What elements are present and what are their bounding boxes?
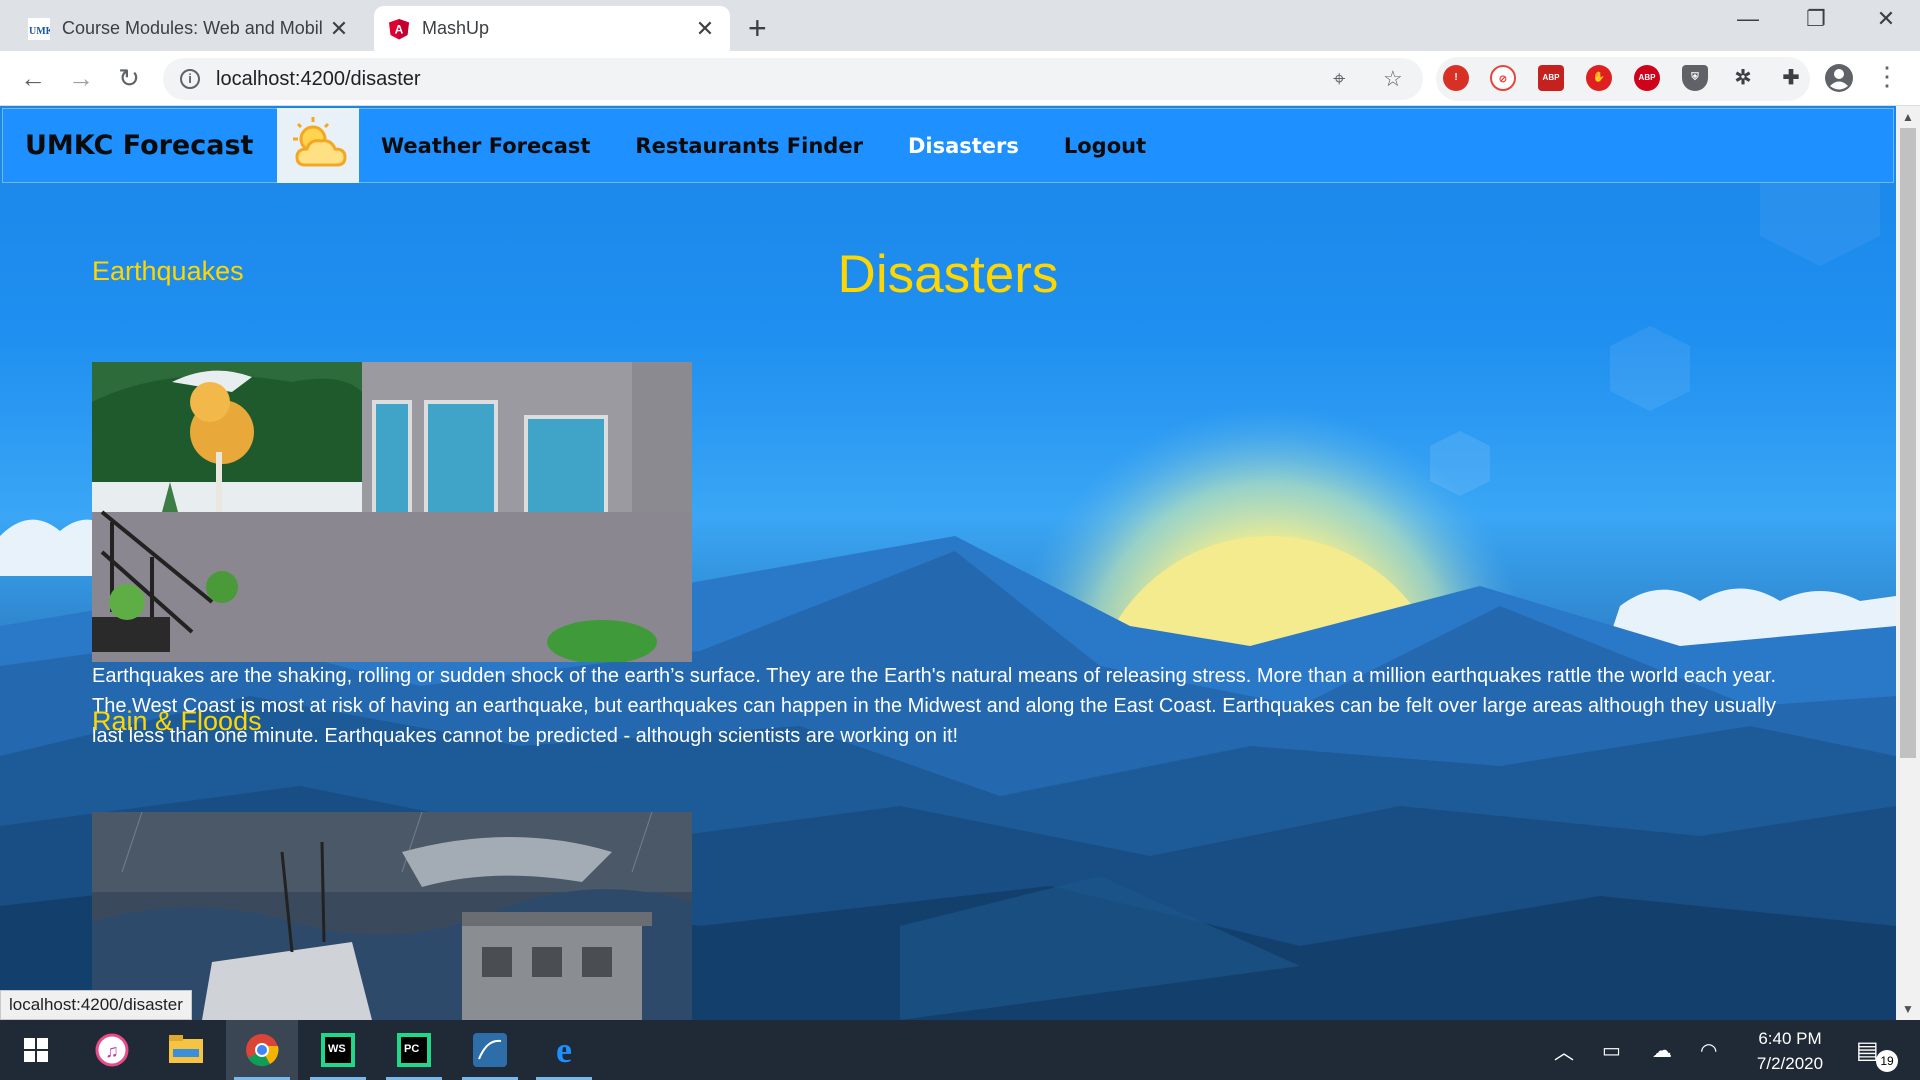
brand-title[interactable]: UMKC Forecast <box>3 130 277 161</box>
reload-icon[interactable]: ↻ <box>114 63 144 94</box>
notification-center-icon[interactable]: ▤ 19 <box>1856 1020 1898 1080</box>
svg-text:e: e <box>556 1033 572 1067</box>
umkc-icon: UMKC <box>28 17 50 40</box>
clock-date: 7/2/2020 <box>1756 1054 1824 1073</box>
bookmark-star-icon[interactable]: ☆ <box>1383 66 1403 92</box>
scroll-down-icon[interactable]: ▼ <box>1902 1002 1914 1016</box>
page-title: Disasters <box>837 245 1059 304</box>
onedrive-warning-icon[interactable]: ☁ <box>1652 1020 1672 1080</box>
forward-arrow-icon[interactable]: → <box>66 63 96 94</box>
abp-icon[interactable]: ABP <box>1634 65 1660 91</box>
puzzle-icon[interactable]: ✚ <box>1778 65 1804 91</box>
minimize-icon[interactable]: — <box>1728 6 1768 32</box>
file-explorer-icon[interactable] <box>150 1020 222 1080</box>
chrome-icon[interactable] <box>226 1020 298 1080</box>
back-arrow-icon[interactable]: ← <box>18 63 48 94</box>
windows-start-icon[interactable] <box>0 1020 72 1080</box>
edge-icon[interactable]: e <box>528 1020 600 1080</box>
windows-taskbar: ♫ WS PC e ︿ ▭ ☁ ◠ 6:40 PM 7/2/2020 ▤ 19 <box>0 1020 1920 1080</box>
tab-title: Course Modules: Web and Mobil <box>62 18 323 38</box>
taskbar-clock[interactable]: 6:40 PM 7/2/2020 <box>1740 1026 1840 1076</box>
shield-icon[interactable]: ⛨ <box>1682 65 1708 91</box>
page-scrollbar[interactable]: ▲ ▼ <box>1896 106 1920 1020</box>
location-target-icon[interactable]: ⌖ <box>1333 66 1345 92</box>
weather-logo-icon <box>277 108 359 183</box>
new-tab-button[interactable]: + <box>748 10 767 47</box>
nav-logout[interactable]: Logout <box>1064 134 1146 158</box>
tab-mashup[interactable]: A MashUp ✕ <box>374 6 730 51</box>
nav-weather-forecast[interactable]: Weather Forecast <box>381 134 590 158</box>
restore-icon[interactable]: ❐ <box>1796 6 1836 32</box>
bug-icon[interactable]: ✲ <box>1730 65 1756 91</box>
battery-icon[interactable]: ▭ <box>1602 1020 1621 1080</box>
webstorm-icon[interactable]: WS <box>302 1020 374 1080</box>
close-window-icon[interactable]: ✕ <box>1866 6 1906 32</box>
page-viewport: UMKC Forecast Weather Forecast Restauran… <box>0 106 1896 1020</box>
close-icon[interactable]: ✕ <box>694 16 716 42</box>
nav-restaurants-finder[interactable]: Restaurants Finder <box>635 134 863 158</box>
svg-text:A: A <box>395 22 404 36</box>
svg-text:PC: PC <box>404 1043 419 1055</box>
svg-text:♫: ♫ <box>105 1041 119 1061</box>
stop-icon[interactable]: ✋ <box>1586 65 1612 91</box>
section-title-rain-floods: Rain & Floods <box>92 706 262 736</box>
extension-red-icon[interactable]: ! <box>1443 65 1469 91</box>
url-text: localhost:4200/disaster <box>216 67 421 90</box>
chevron-up-icon[interactable]: ︿ <box>1554 1020 1574 1080</box>
itunes-icon[interactable]: ♫ <box>76 1020 148 1080</box>
abp-icon[interactable]: ABP <box>1538 65 1564 91</box>
tab-title: MashUp <box>422 18 490 38</box>
pycharm-icon[interactable]: PC <box>378 1020 450 1080</box>
clock-time: 6:40 PM <box>1758 1029 1822 1048</box>
app-navbar: UMKC Forecast Weather Forecast Restauran… <box>2 108 1894 183</box>
browser-toolbar: ← → ↻ i localhost:4200/disaster ⌖ ☆ ! ⊘ … <box>0 51 1920 106</box>
close-icon[interactable]: ✕ <box>328 16 350 42</box>
tab-course-modules[interactable]: UMKC Course Modules: Web and Mobil ✕ <box>14 6 364 51</box>
mysql-workbench-icon[interactable] <box>454 1020 526 1080</box>
extension-pinwheel-icon[interactable]: ⊘ <box>1490 65 1516 91</box>
earthquake-scene-image <box>92 362 692 662</box>
scroll-up-icon[interactable]: ▲ <box>1902 110 1914 124</box>
status-bar-url: localhost:4200/disaster <box>0 990 192 1020</box>
more-menu-icon[interactable]: ⋮ <box>1872 61 1902 92</box>
svg-text:UMKC: UMKC <box>29 26 50 37</box>
section-title-earthquakes: Earthquakes <box>92 256 244 286</box>
notification-count-badge: 19 <box>1876 1050 1898 1072</box>
earthquakes-description: Earthquakes are the shaking, rolling or … <box>92 665 1777 747</box>
wifi-icon[interactable]: ◠ <box>1700 1020 1717 1080</box>
flood-scene-image <box>92 812 692 1020</box>
svg-text:WS: WS <box>328 1043 346 1055</box>
angular-icon: A <box>389 18 409 39</box>
info-icon[interactable]: i <box>180 69 200 89</box>
nav-disasters[interactable]: Disasters <box>908 134 1019 158</box>
address-bar[interactable]: i localhost:4200/disaster ⌖ ☆ <box>163 58 1423 100</box>
browser-tab-strip: UMKC Course Modules: Web and Mobil ✕ A M… <box>0 0 1920 51</box>
profile-avatar-icon[interactable] <box>1824 63 1854 93</box>
scrollbar-thumb[interactable] <box>1900 128 1916 758</box>
